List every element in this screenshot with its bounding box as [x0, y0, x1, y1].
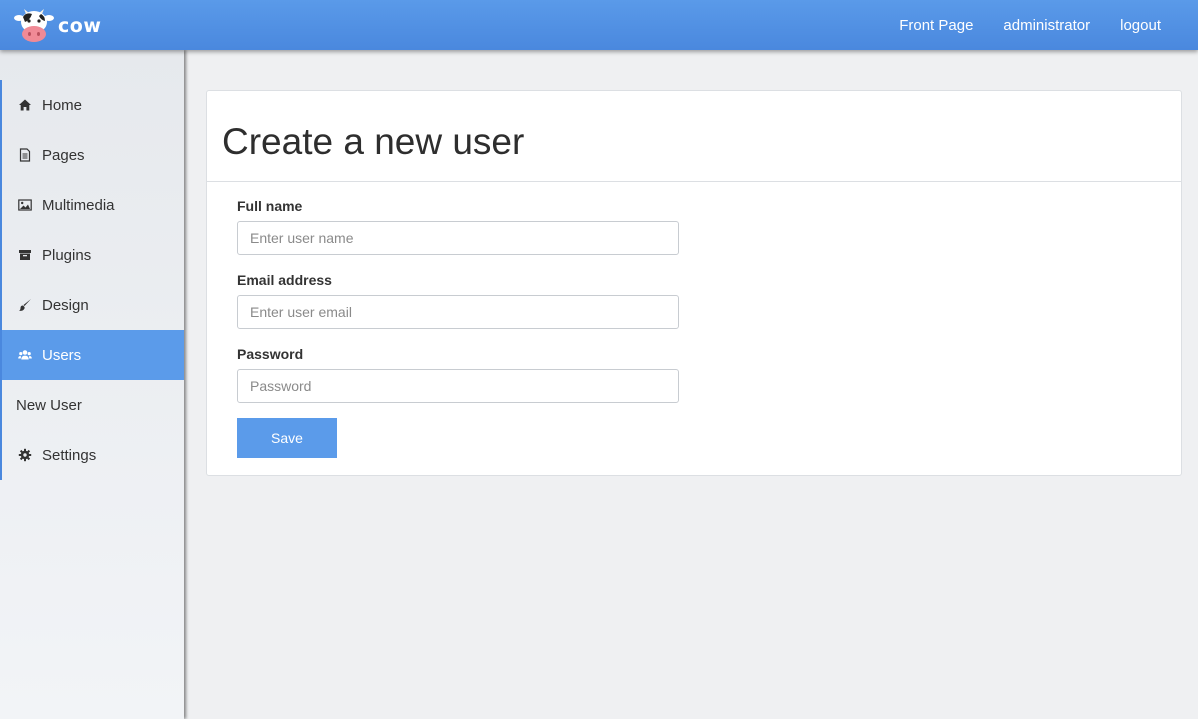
- create-user-panel: Create a new user Full name Email addres…: [206, 90, 1182, 476]
- front-page-link[interactable]: Front Page: [899, 17, 973, 34]
- archive-icon: [18, 248, 32, 262]
- sidebar-item-label: Multimedia: [42, 196, 115, 214]
- sidebar-item-label: New User: [16, 396, 82, 414]
- document-icon: [18, 148, 32, 162]
- email-label: Email address: [237, 272, 332, 288]
- administrator-link[interactable]: administrator: [1003, 17, 1090, 34]
- sidebar-item-label: Home: [42, 96, 83, 114]
- cow-logo-icon: [14, 9, 54, 42]
- fullname-input[interactable]: [237, 221, 679, 255]
- sidebar-item-users[interactable]: Users: [2, 330, 184, 380]
- email-input[interactable]: [237, 295, 679, 329]
- create-user-form: Full name Email address Password Save: [237, 198, 679, 458]
- top-navbar: cow Front Page administrator logout: [0, 0, 1198, 50]
- panel-header: Create a new user: [207, 91, 1181, 182]
- fullname-label: Full name: [237, 198, 303, 214]
- sidebar: Home Pages Multimedia Plugins Design Use…: [0, 50, 184, 719]
- sidebar-item-label: Settings: [42, 446, 97, 464]
- sidebar-item-label: Users: [42, 346, 82, 364]
- page-title: Create a new user: [222, 121, 525, 162]
- sidebar-item-home[interactable]: Home: [2, 80, 184, 130]
- sidebar-item-pages[interactable]: Pages: [2, 130, 184, 180]
- brand-logo-link[interactable]: cow: [14, 8, 101, 44]
- sidebar-item-design[interactable]: Design: [2, 280, 184, 330]
- sidebar-menu: Home Pages Multimedia Plugins Design Use…: [0, 80, 184, 480]
- image-icon: [18, 198, 32, 212]
- brand-name: cow: [58, 15, 102, 37]
- sidebar-item-plugins[interactable]: Plugins: [2, 230, 184, 280]
- sidebar-item-multimedia[interactable]: Multimedia: [2, 180, 184, 230]
- top-nav-links: Front Page administrator logout: [899, 0, 1161, 50]
- save-button[interactable]: Save: [237, 418, 337, 458]
- password-group: Password: [237, 346, 679, 403]
- password-label: Password: [237, 346, 304, 362]
- sidebar-item-label: Pages: [42, 146, 85, 164]
- email-group: Email address: [237, 272, 679, 329]
- home-icon: [18, 98, 32, 112]
- password-input[interactable]: [237, 369, 679, 403]
- sidebar-item-label: Plugins: [42, 246, 92, 264]
- logout-link[interactable]: logout: [1120, 17, 1161, 34]
- fullname-group: Full name: [237, 198, 679, 255]
- brush-icon: [18, 298, 32, 312]
- sidebar-item-new-user[interactable]: New User: [2, 380, 184, 430]
- users-icon: [18, 348, 32, 362]
- sidebar-item-label: Design: [42, 296, 89, 314]
- gear-icon: [18, 448, 32, 462]
- sidebar-item-settings[interactable]: Settings: [2, 430, 184, 480]
